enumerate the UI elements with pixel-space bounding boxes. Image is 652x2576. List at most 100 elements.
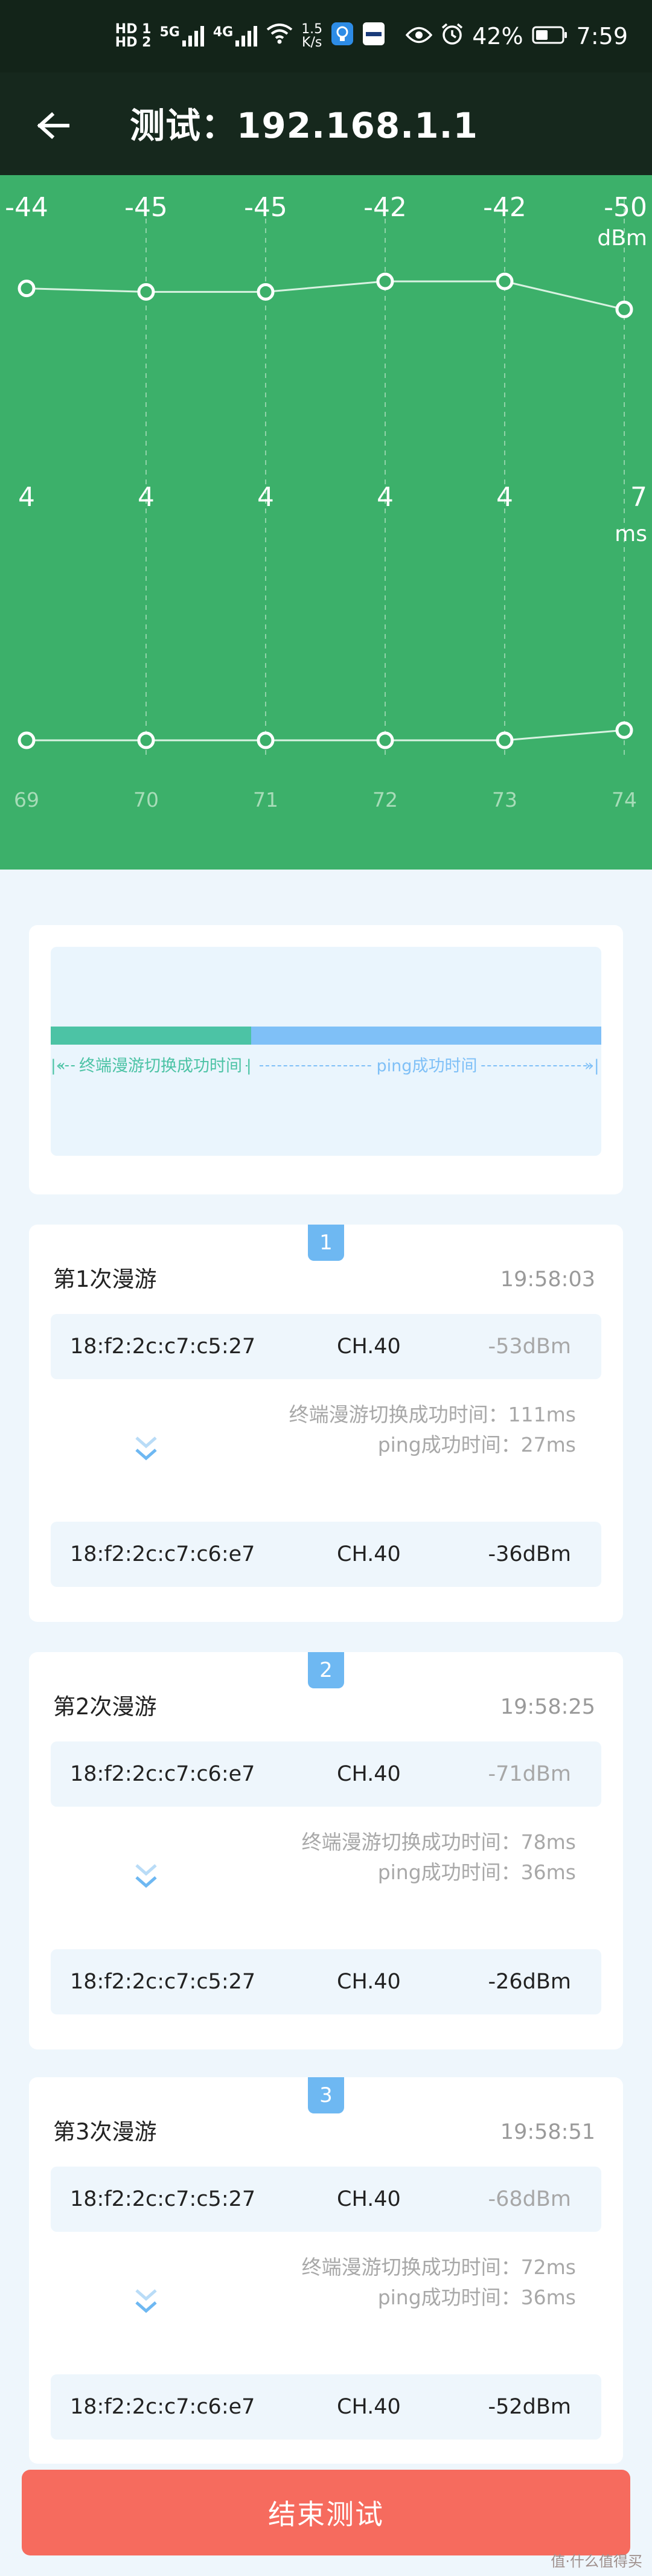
value-label: -50: [604, 192, 647, 223]
value-label: 4: [138, 482, 155, 513]
page-title: 测试：192.168.1.1: [130, 105, 478, 146]
data-point: [376, 731, 394, 749]
status-bar: HD 1 HD 2 5G 4G 1.5 K/s 42% 7:59: [0, 0, 652, 72]
x-tick-label: 72: [372, 788, 398, 812]
alarm-icon: [441, 22, 464, 51]
ap-signal: -53dBm: [488, 1334, 572, 1359]
roam-index-badge: 2: [308, 1652, 344, 1688]
value-label: 4: [377, 482, 394, 513]
ping-time-text: ping成功时间：36ms: [377, 1860, 576, 1884]
series-line: [26, 280, 625, 310]
ap-channel: CH.40: [337, 2395, 401, 2419]
x-tick-label: 74: [612, 788, 637, 812]
network-2-label: HD 2: [115, 35, 152, 50]
handover-time-text: 终端漫游切换成功时间：72ms: [301, 2255, 576, 2279]
double-chevron-down-icon: [135, 2289, 157, 2313]
ap-mac: 18:f2:2c:c7:c6:e7: [70, 2395, 255, 2419]
handover-time-text: 终端漫游切换成功时间：111ms: [289, 1403, 576, 1426]
data-point: [496, 272, 514, 290]
x-tick-label: 73: [492, 788, 517, 812]
data-point: [257, 731, 275, 749]
data-point: [615, 300, 633, 318]
value-label: -42: [483, 192, 526, 223]
dual-network-indicator: HD 1 HD 2: [115, 23, 152, 50]
data-point: [137, 283, 155, 301]
target-ap-row: 18:f2:2c:c7:c6:e7 CH.40 -52dBm: [51, 2374, 601, 2440]
ap-mac: 18:f2:2c:c7:c5:27: [70, 1970, 256, 1994]
network-1-label: HD 1: [115, 22, 152, 37]
arrow-left-icon: [37, 112, 69, 139]
status-icons: HD 1 HD 2 5G 4G 1.5 K/s 42% 7:59: [115, 17, 628, 56]
double-chevron-down-icon: [135, 1437, 157, 1461]
double-chevron-down-icon: [135, 1864, 157, 1888]
data-point: [18, 731, 36, 749]
handover-time-bar: [51, 1027, 251, 1045]
ping-time-bar: [251, 1027, 601, 1045]
target-ap-row: 18:f2:2c:c7:c6:e7 CH.40 -36dBm: [51, 1522, 601, 1587]
roam-card: 3 第3次漫游 19:58:51 18:f2:2c:c7:c5:27 CH.40…: [29, 2077, 623, 2464]
value-label: -42: [363, 192, 407, 223]
clock-time: 7:59: [576, 23, 628, 50]
ap-channel: CH.40: [337, 2187, 401, 2211]
data-point: [18, 280, 36, 298]
ap-mac: 18:f2:2c:c7:c5:27: [70, 2187, 256, 2211]
roam-timestamp: 19:58:51: [500, 2120, 595, 2144]
x-tick-label: 71: [253, 788, 278, 812]
network-speed: 1.5 K/s: [301, 22, 323, 50]
data-point: [615, 721, 633, 739]
ap-mac: 18:f2:2c:c7:c5:27: [70, 1334, 256, 1359]
signal-5g-icon: 5G: [159, 26, 204, 46]
handover-legend-label: 终端漫游切换成功时间: [75, 1057, 246, 1075]
roam-title: 第3次漫游: [53, 2119, 157, 2145]
data-point: [257, 283, 275, 301]
ap-signal: -68dBm: [488, 2187, 572, 2211]
ping-time-text: ping成功时间：27ms: [377, 1433, 576, 1456]
value-label: -45: [244, 192, 287, 223]
signal-4g-icon: 4G: [213, 26, 258, 46]
back-button[interactable]: [31, 104, 75, 147]
watermark: 值·什么值得买: [551, 2553, 642, 2570]
ap-signal: -36dBm: [488, 1542, 572, 1566]
span-start-icon: |«: [51, 1057, 66, 1075]
ap-channel: CH.40: [337, 1762, 401, 1786]
data-point: [376, 272, 394, 290]
roam-title: 第2次漫游: [53, 1694, 157, 1720]
battery-icon: [532, 23, 568, 50]
roam-title: 第1次漫游: [53, 1266, 157, 1292]
data-point: [496, 731, 514, 749]
roam-timestamp: 19:58:03: [500, 1267, 595, 1292]
chart-area: -44 -45 -45 -42 -42 -50 dBm 4 4 4 4 4 7 ms 69 70 71 72 73 7…: [0, 175, 652, 870]
ping-legend-label: ping成功时间: [372, 1057, 481, 1075]
legend-card: |« »| »| 终端漫游切换成功时间 ping成功时间: [29, 925, 623, 1194]
ap-signal: -71dBm: [488, 1762, 572, 1786]
legend-panel: |« »| »| 终端漫游切换成功时间 ping成功时间: [51, 947, 601, 1156]
signal-latency-charts: -44 -45 -45 -42 -42 -50 dBm 4 4 4 4 4 7 ms 69 70 71 72 73 7…: [5, 192, 647, 812]
ping-time-text: ping成功时间：36ms: [377, 2286, 576, 2309]
value-label: -45: [124, 192, 168, 223]
roam-index-badge: 3: [308, 2077, 344, 2113]
wifi-icon: [266, 23, 293, 50]
value-label: 4: [496, 482, 513, 513]
handover-time-text: 终端漫游切换成功时间：78ms: [301, 1830, 576, 1854]
ap-channel: CH.40: [337, 1542, 401, 1566]
source-ap-row: 18:f2:2c:c7:c5:27 CH.40 -53dBm: [51, 1314, 601, 1379]
ap-signal: -26dBm: [488, 1970, 572, 1994]
x-tick-label: 70: [133, 788, 159, 812]
roam-card: 2 第2次漫游 19:58:25 18:f2:2c:c7:c6:e7 CH.40…: [29, 1652, 623, 2049]
value-label: 4: [18, 482, 35, 513]
target-ap-row: 18:f2:2c:c7:c5:27 CH.40 -26dBm: [51, 1949, 601, 2014]
app-notification-icon-2: [362, 22, 385, 51]
roam-index-badge: 1: [308, 1225, 344, 1261]
end-test-button[interactable]: 结束测试: [22, 2470, 630, 2555]
source-ap-row: 18:f2:2c:c7:c5:27 CH.40 -68dBm: [51, 2167, 601, 2232]
eye-icon: [405, 23, 433, 50]
app-bar: 测试：192.168.1.1: [0, 72, 652, 175]
source-ap-row: 18:f2:2c:c7:c6:e7 CH.40 -71dBm: [51, 1741, 601, 1807]
ap-channel: CH.40: [337, 1970, 401, 1994]
ap-signal: -52dBm: [488, 2395, 572, 2419]
ap-mac: 18:f2:2c:c7:c6:e7: [70, 1762, 255, 1786]
unit-label: dBm: [597, 226, 647, 251]
battery-percent: 42%: [472, 23, 523, 50]
series-line: [27, 729, 625, 742]
value-label: 4: [257, 482, 274, 513]
